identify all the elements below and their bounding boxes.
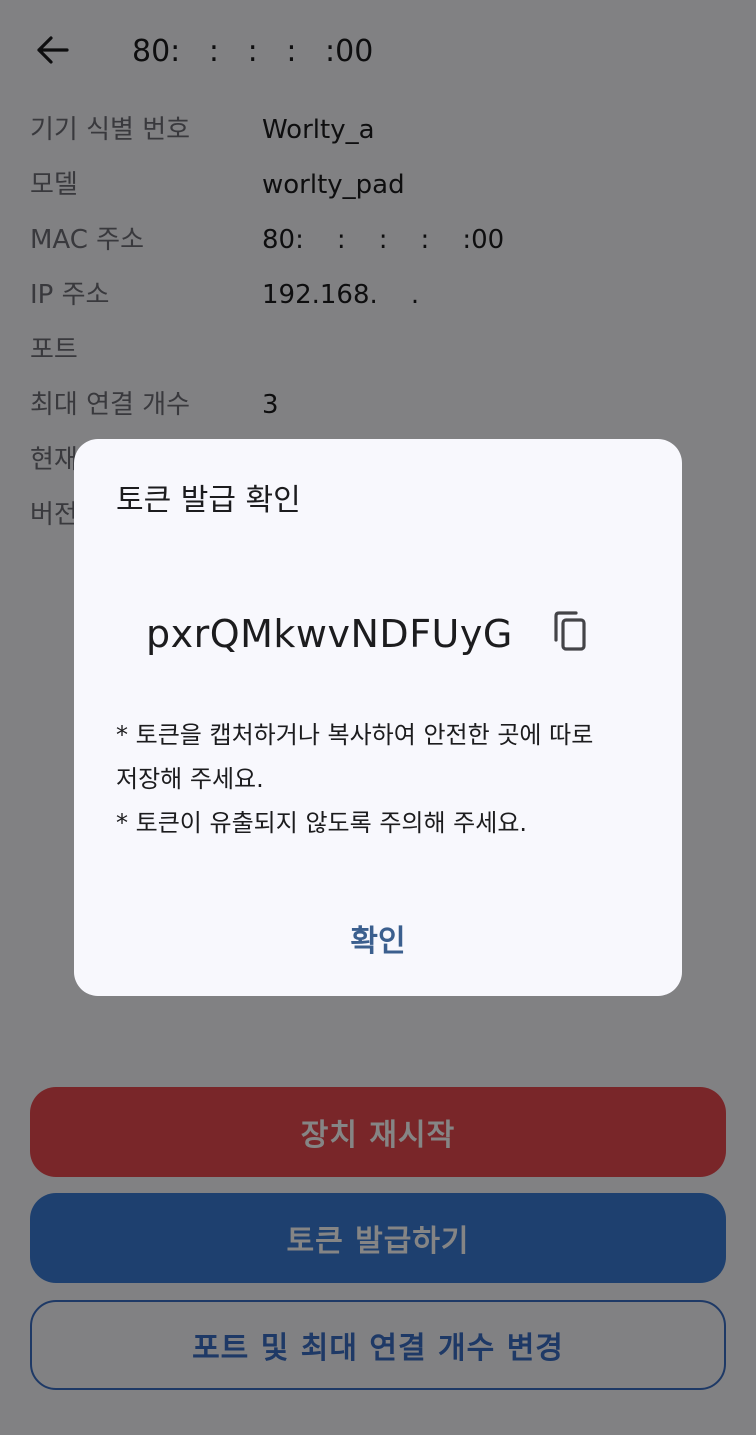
device-detail-screen: 80: : : : :00 기기 식별 번호 Worlty_a 모델 worlt… — [0, 0, 756, 1435]
confirm-button[interactable]: 확인 — [298, 909, 458, 967]
dialog-title: 토큰 발급 확인 — [116, 483, 301, 518]
notice-line-copy: * 토큰을 캡처하거나 복사하여 안전한 곳에 따로 저장해 주세요. — [116, 721, 594, 793]
notice-line-leak: * 토큰이 유출되지 않도록 주의해 주세요. — [116, 809, 528, 837]
token-notice: * 토큰을 캡처하거나 복사하여 안전한 곳에 따로 저장해 주세요. * 토큰… — [116, 713, 646, 845]
copy-icon — [549, 610, 589, 658]
copy-token-button[interactable] — [542, 607, 596, 661]
token-dialog: 토큰 발급 확인 pxrQMkwvNDFUyG * 토큰을 캡처하거나 복사하여… — [74, 439, 682, 996]
token-value: pxrQMkwvNDFUyG — [146, 612, 513, 656]
